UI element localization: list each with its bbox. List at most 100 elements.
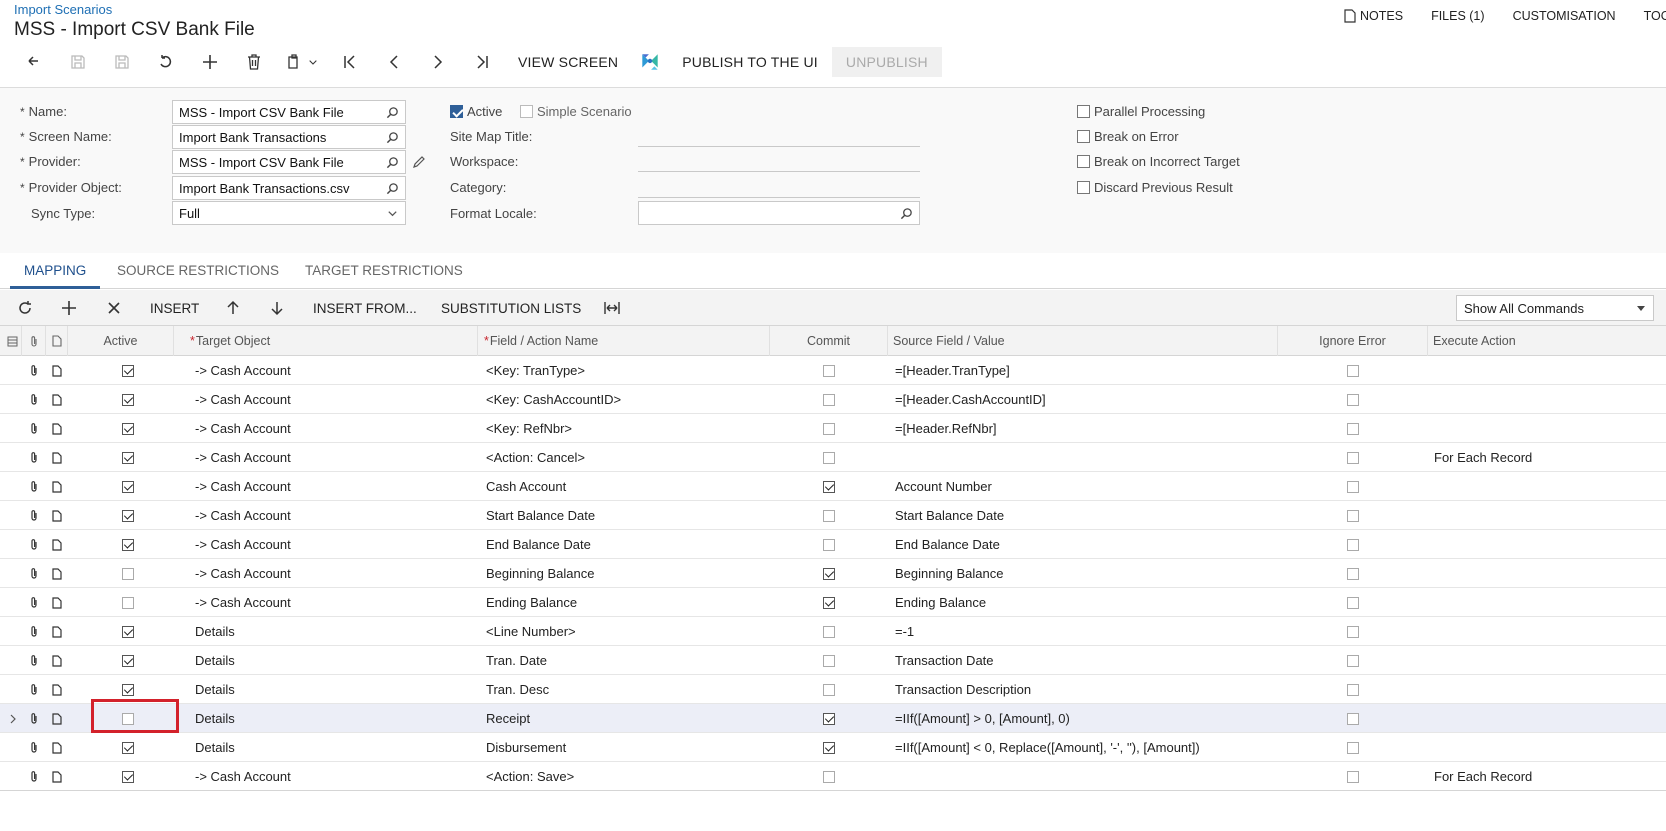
row-commit-cell[interactable] [770,385,888,414]
edit-pencil-icon[interactable] [412,155,426,169]
row-selector[interactable] [4,356,22,385]
row-field-action[interactable]: Cash Account [486,472,766,501]
row-commit-cell[interactable] [770,356,888,385]
tools-link[interactable]: TOO [1644,9,1666,23]
row-commit-cell[interactable] [770,704,888,733]
row-active-cell[interactable] [68,559,188,588]
row-active-checkbox[interactable] [122,567,134,580]
table-row[interactable]: Details Receipt =IIf([Amount] > 0, [Amount… [0,704,1666,733]
row-source-field[interactable]: Account Number [895,472,1275,501]
row-execute-action[interactable] [1434,646,1664,675]
row-commit-checkbox[interactable] [823,538,835,551]
row-commit-cell[interactable] [770,646,888,675]
next-record-button[interactable] [416,47,460,77]
last-record-button[interactable] [460,47,504,77]
row-commit-cell[interactable] [770,414,888,443]
row-commit-checkbox[interactable] [823,770,835,783]
row-attachment[interactable] [22,588,46,617]
execute-action-header[interactable]: Execute Action [1428,326,1666,356]
row-ignore-error-cell[interactable] [1278,414,1428,443]
table-row[interactable]: -> Cash Account <Key: TranType> =[Header.T… [0,356,1666,385]
row-commit-cell[interactable] [770,588,888,617]
row-ignore-error-cell[interactable] [1278,675,1428,704]
ignore-error-header[interactable]: Ignore Error [1278,326,1428,356]
row-note[interactable] [46,443,68,472]
format-locale-field[interactable] [638,201,920,225]
row-commit-checkbox[interactable] [823,683,835,696]
first-record-button[interactable] [328,47,372,77]
parallel-processing-checkbox[interactable]: Parallel Processing [1077,104,1205,119]
sitemap-field[interactable] [638,146,920,147]
row-field-action[interactable]: <Action: Save> [486,762,766,791]
lookup-icon[interactable] [386,182,399,195]
row-execute-action[interactable] [1434,704,1664,733]
row-ignore-error-checkbox[interactable] [1347,770,1359,783]
break-on-error-check[interactable] [1077,130,1090,143]
table-row[interactable]: -> Cash Account Cash Account Account Numbe… [0,472,1666,501]
row-selector[interactable] [4,704,22,733]
row-attachment[interactable] [22,414,46,443]
table-row[interactable]: Details <Line Number> =-1 [0,617,1666,646]
field-action-header[interactable]: * Field / Action Name [478,326,770,356]
row-commit-checkbox[interactable] [823,625,835,638]
row-target-object[interactable]: Details [195,617,475,646]
grid-add-button[interactable] [60,298,78,318]
active-checkbox[interactable]: Active [450,104,502,119]
row-execute-action[interactable] [1434,501,1664,530]
break-on-incorrect-target-checkbox[interactable]: Break on Incorrect Target [1077,154,1240,169]
row-note[interactable] [46,414,68,443]
copy-paste-button[interactable] [276,47,328,77]
row-active-cell[interactable] [68,762,188,791]
row-source-field[interactable]: End Balance Date [895,530,1275,559]
row-execute-action[interactable] [1434,617,1664,646]
row-selector[interactable] [4,617,22,646]
add-button[interactable] [188,47,232,77]
row-target-object[interactable]: -> Cash Account [195,501,475,530]
row-field-action[interactable]: Disbursement [486,733,766,762]
row-commit-checkbox[interactable] [823,364,835,377]
row-ignore-error-cell[interactable] [1278,356,1428,385]
fit-columns-button[interactable] [603,298,621,318]
puzzle-button[interactable] [632,47,668,77]
row-ignore-error-cell[interactable] [1278,646,1428,675]
row-ignore-error-checkbox[interactable] [1347,509,1359,522]
row-target-object[interactable]: -> Cash Account [195,472,475,501]
provider-field[interactable]: MSS - Import CSV Bank File [172,150,406,174]
row-ignore-error-cell[interactable] [1278,530,1428,559]
category-field[interactable] [638,197,920,198]
row-selector[interactable] [4,675,22,704]
row-attachment[interactable] [22,472,46,501]
row-execute-action[interactable] [1434,356,1664,385]
row-ignore-error-checkbox[interactable] [1347,654,1359,667]
row-source-field[interactable]: Start Balance Date [895,501,1275,530]
row-active-checkbox[interactable] [122,538,134,551]
row-ignore-error-checkbox[interactable] [1347,712,1359,725]
row-note[interactable] [46,675,68,704]
lookup-icon[interactable] [386,106,399,119]
row-note[interactable] [46,646,68,675]
row-note[interactable] [46,501,68,530]
row-commit-checkbox[interactable] [823,480,835,493]
row-selector[interactable] [4,762,22,791]
row-commit-cell[interactable] [770,762,888,791]
source-field-header[interactable]: Source Field / Value [888,326,1278,356]
row-target-object[interactable]: Details [195,675,475,704]
row-selector[interactable] [4,588,22,617]
row-selector[interactable] [4,385,22,414]
row-execute-action[interactable] [1434,385,1664,414]
parallel-processing-check[interactable] [1077,105,1090,118]
row-ignore-error-checkbox[interactable] [1347,741,1359,754]
row-active-cell[interactable] [68,733,188,762]
table-row[interactable]: Details Disbursement =IIf([Amount] < 0, Re… [0,733,1666,762]
view-screen-button[interactable]: VIEW SCREEN [504,47,632,77]
row-selector[interactable] [4,443,22,472]
row-selector[interactable] [4,646,22,675]
row-note[interactable] [46,733,68,762]
provider-object-field[interactable]: Import Bank Transactions.csv [172,176,406,200]
table-row[interactable]: -> Cash Account Ending Balance Ending Bala… [0,588,1666,617]
customisation-link[interactable]: CUSTOMISATION [1513,9,1616,23]
commit-header[interactable]: Commit [770,326,888,356]
row-execute-action[interactable] [1434,414,1664,443]
row-commit-checkbox[interactable] [823,741,835,754]
row-field-action[interactable]: Ending Balance [486,588,766,617]
